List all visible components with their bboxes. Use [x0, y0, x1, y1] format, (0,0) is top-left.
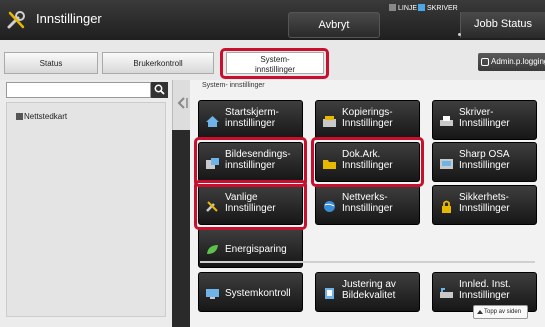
leaf-icon	[207, 245, 218, 254]
job-status-button[interactable]: Jobb Status	[460, 12, 545, 38]
osa-icon	[440, 159, 453, 169]
copier-icon	[323, 116, 336, 127]
search-input[interactable]	[6, 82, 151, 98]
lock-icon	[442, 200, 451, 213]
tab-status[interactable]: Status	[4, 52, 98, 74]
chevron-left-icon	[177, 97, 188, 109]
tab-bar: Status Brukerkontroll System- innstillin…	[0, 40, 545, 80]
security-settings-button[interactable]: Sikkerhets- Innstillinger	[432, 185, 537, 225]
image-quality-icon	[325, 288, 334, 299]
home-screen-settings-button[interactable]: Startskjerm- innstillinger	[198, 100, 303, 140]
breadcrumb: System- innstillinger	[202, 82, 265, 89]
monitor-icon	[206, 289, 219, 299]
sidebar-item-sitemap[interactable]: Nettstedkart	[12, 108, 162, 126]
header-bar: Innstillinger Avbryt LINJE SKRIVER Jobb …	[0, 0, 545, 40]
printer-icon	[440, 116, 453, 126]
network-settings-button[interactable]: Nettverks- Innstillinger	[315, 185, 420, 225]
home-icon	[206, 116, 219, 127]
printer-indicator-lamp	[418, 4, 425, 11]
tab-highlight-frame	[220, 48, 329, 79]
sitemap-panel	[6, 102, 166, 317]
highlight-document-filing	[311, 137, 424, 187]
sharp-osa-settings-button[interactable]: Sharp OSA Innstillinger	[432, 142, 537, 182]
arrow-up-icon	[477, 310, 483, 314]
sidebar-collapse-handle[interactable]	[172, 80, 190, 130]
search-button[interactable]	[151, 82, 168, 98]
initial-setup-icon	[440, 288, 453, 298]
section-divider	[200, 261, 535, 263]
search-icon	[154, 84, 165, 95]
globe-icon	[324, 201, 335, 212]
admin-login-icon	[481, 58, 489, 66]
sitemap-icon	[16, 113, 23, 120]
printer-indicator: SKRIVER	[418, 4, 458, 12]
printer-settings-button[interactable]: Skriver- Innstillinger	[432, 100, 537, 140]
copy-settings-button[interactable]: Kopierings- Innstillinger	[315, 100, 420, 140]
line-indicator: LINJE	[389, 4, 417, 12]
highlight-common-settings	[194, 180, 307, 230]
main-panel: System- innstillinger Startskjerm- innst…	[190, 80, 545, 327]
more-dot-icon	[458, 33, 461, 36]
sidebar: Nettstedkart	[0, 80, 172, 327]
image-quality-adjustment-button[interactable]: Justering av Bildekvalitet	[315, 272, 420, 312]
admin-login-button[interactable]: Admin.p.logging	[478, 53, 545, 71]
tab-user-control[interactable]: Brukerkontroll	[102, 52, 214, 74]
system-control-button[interactable]: Systemkontroll	[198, 272, 303, 312]
top-of-page-button[interactable]: Topp av siden	[473, 305, 528, 319]
line-indicator-lamp	[389, 4, 396, 11]
tools-icon	[7, 11, 25, 29]
cancel-button[interactable]: Avbryt	[288, 12, 380, 38]
page-title: Innstillinger	[36, 11, 102, 26]
